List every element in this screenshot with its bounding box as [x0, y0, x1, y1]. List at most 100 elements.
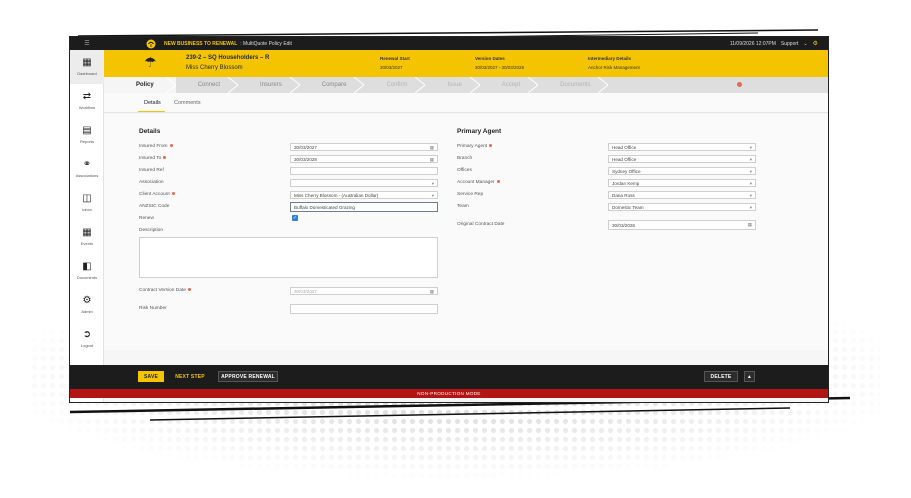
sidebar-item-documents[interactable]: ◧ Documents	[70, 254, 104, 288]
sidebar-item-reports[interactable]: ▤ Reports	[70, 118, 104, 152]
chevron-down-icon[interactable]: ⌄	[803, 41, 807, 47]
sidebar-item-label: Logout	[80, 343, 94, 348]
step-insurers[interactable]: Insurers	[238, 77, 300, 93]
team-label: Team	[457, 204, 469, 209]
sidebar-item-label: Associations	[75, 173, 99, 178]
primary-agent-label: Primary Agent	[457, 144, 493, 149]
top-bar: ☰ NEW BUSINESS TO RENEWAL : MultiQuote P…	[70, 37, 828, 50]
insured-from-field[interactable]: 30/03/2027 ▦	[290, 143, 438, 151]
anzsic-input[interactable]: Buffalo Domesticated Grazing	[290, 202, 438, 212]
app-window: ☰ NEW BUSINESS TO RENEWAL : MultiQuote P…	[70, 37, 828, 402]
insured-from-label: Insured From	[139, 144, 173, 149]
step-chevron-icon	[228, 77, 239, 93]
calendar-icon[interactable]: ▦	[748, 222, 752, 228]
sidebar-item-events[interactable]: ▦ Events	[70, 220, 104, 254]
step-chevron-icon	[528, 77, 539, 93]
required-dot	[187, 288, 191, 292]
chevron-down-icon: ▾	[749, 205, 752, 210]
insured-ref-field[interactable]	[290, 167, 438, 175]
step-label: Policy	[136, 82, 154, 88]
delete-button[interactable]: DELETE	[704, 371, 738, 382]
link-icon: ⚭	[82, 159, 92, 170]
insured-to-field[interactable]: 30/03/2028 ▦	[290, 155, 438, 163]
status-indicator-dot	[737, 82, 742, 87]
chevron-down-icon: ▾	[431, 193, 434, 198]
sidebar-item-label: Documents	[76, 275, 98, 280]
sidebar-item-dashboard[interactable]: ▦ Dashboard	[70, 50, 104, 84]
step-connect[interactable]: Connect	[176, 77, 239, 93]
description-textarea[interactable]	[139, 237, 438, 278]
sidebar-item-label: Inbox	[82, 207, 92, 212]
action-bar: SAVE NEXT STEP APPROVE RENEWAL DELETE ▲	[70, 365, 828, 389]
branch-value: Head Office	[612, 156, 637, 162]
version-dates-label: Version Dates	[475, 56, 505, 61]
insured-from-value: 30/03/2027	[294, 144, 317, 150]
team-select[interactable]: Domestic Team ▾	[608, 203, 756, 211]
primary-agent-select[interactable]: Head Office ▾	[608, 143, 756, 151]
step-policy[interactable]: Policy	[104, 77, 176, 93]
client-account-select[interactable]: Miss Cherry Blossom - (Australian Dollar…	[290, 191, 438, 199]
insured-from-label-text: Insured From	[139, 144, 168, 149]
renew-checkbox[interactable]: ✓	[292, 215, 298, 221]
tab-comments[interactable]: Comments	[174, 100, 201, 106]
contract-version-field[interactable]: 30/03/2027 ▦	[290, 287, 438, 295]
chevron-up-icon[interactable]: ▲	[744, 371, 755, 382]
hamburger-icon[interactable]: ☰	[70, 37, 104, 50]
intermediary-details: Intermediary Details Anchor Risk Managem…	[588, 56, 640, 70]
step-documents: Documents	[538, 77, 609, 93]
account-manager-select[interactable]: Jordan Kemp ▾	[608, 179, 756, 187]
calendar-icon[interactable]: ▦	[430, 157, 434, 163]
service-rep-value: Dana Ross	[612, 192, 635, 198]
sidebar-item-associations[interactable]: ⚭ Associations	[70, 152, 104, 186]
step-chevron-icon	[165, 77, 176, 93]
umbrella-icon: ☂	[144, 54, 157, 70]
association-select[interactable]: ▾	[290, 179, 438, 187]
support-link[interactable]: Support	[781, 41, 799, 47]
sidebar-item-inbox[interactable]: ◫ Inbox	[70, 186, 104, 220]
account-manager-label: Account Manager	[457, 180, 500, 185]
anzsic-value: Buffalo Domesticated Grazing	[294, 204, 355, 210]
step-compare[interactable]: Compare	[300, 77, 365, 93]
step-accept: Accept	[480, 77, 539, 93]
renew-label: Renew	[139, 216, 154, 221]
intermediary-label: Intermediary Details	[588, 56, 632, 61]
original-contract-field[interactable]: 30/03/2026 ▦	[608, 220, 756, 230]
shuffle-icon: ⇄	[82, 91, 92, 102]
sidebar-item-admin[interactable]: ⚙ Admin	[70, 288, 104, 322]
account-manager-label-text: Account Manager	[457, 180, 495, 185]
gear-icon[interactable]: ⚙	[813, 40, 818, 47]
branch-select[interactable]: Head Office ▾	[608, 155, 756, 163]
inbox-icon: ◫	[82, 193, 92, 204]
calendar-icon[interactable]: ▦	[430, 145, 434, 151]
chevron-down-icon: ▾	[431, 181, 434, 186]
insured-to-value: 30/03/2028	[294, 156, 317, 162]
service-rep-select[interactable]: Dana Ross ▾	[608, 191, 756, 199]
step-chevron-icon	[289, 77, 300, 93]
insured-ref-label: Insured Ref	[139, 168, 164, 173]
save-button[interactable]: SAVE	[138, 371, 164, 382]
branch-label: Branch	[457, 156, 473, 161]
active-tab-underline	[138, 111, 165, 112]
non-production-banner: NON-PRODUCTION MODE	[70, 389, 828, 398]
office-select[interactable]: Sydney Office ▾	[608, 167, 756, 175]
description-label: Description	[139, 228, 163, 233]
step-label: Issue	[447, 82, 462, 88]
client-account-label: Client Account	[139, 192, 175, 197]
renewal-start-label: Renewal Start	[380, 56, 410, 61]
risk-number-input[interactable]	[290, 304, 438, 314]
tab-details[interactable]: Details	[144, 100, 161, 106]
original-contract-label: Original Contract Date	[457, 222, 505, 227]
calendar-icon[interactable]: ▦	[430, 289, 434, 295]
client-account-value: Miss Cherry Blossom - (Australian Dollar…	[294, 192, 379, 198]
approve-renewal-button[interactable]: APPROVE RENEWAL	[218, 371, 278, 382]
chevron-down-icon: ▾	[749, 145, 752, 150]
sidebar-item-logout[interactable]: ➲ Logout	[70, 322, 104, 356]
next-step-button[interactable]: NEXT STEP	[168, 371, 212, 382]
chevron-down-icon: ▾	[749, 181, 752, 186]
sidebar-item-workflow[interactable]: ⇄ Workflow	[70, 84, 104, 118]
workflow-steps: Policy Connect Insurers Compare Confirm …	[104, 77, 828, 93]
calendar-icon: ▦	[82, 227, 92, 238]
step-label: Documents	[560, 82, 591, 88]
primary-agent-section-title: Primary Agent	[457, 128, 502, 135]
renewal-start-value: 30/03/2027	[380, 65, 403, 70]
